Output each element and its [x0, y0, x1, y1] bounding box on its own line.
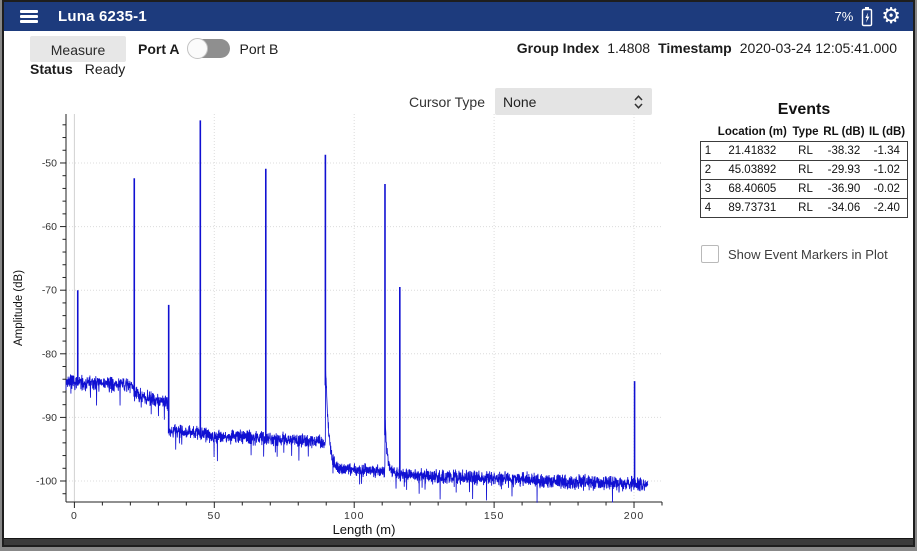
- svg-text:-90: -90: [42, 412, 57, 424]
- col-header-rl: RL (dB): [821, 123, 866, 142]
- show-event-markers-checkbox[interactable]: [701, 245, 719, 263]
- status-value: Ready: [85, 61, 125, 77]
- events-title: Events: [700, 101, 908, 119]
- event-num: 2: [701, 161, 715, 180]
- window-title: Luna 6235-1: [58, 8, 147, 25]
- event-type: RL: [790, 161, 822, 180]
- group-index-label: Group Index: [517, 40, 599, 56]
- svg-text:Amplitude (dB): Amplitude (dB): [13, 270, 25, 346]
- col-header-type: Type: [790, 123, 822, 142]
- port-a-label: Port A: [138, 41, 179, 57]
- menu-icon[interactable]: [20, 10, 38, 23]
- title-bar: Luna 6235-1 7% ⚙: [4, 2, 913, 31]
- event-row[interactable]: 1 21.41832 RL -38.32 -1.34: [701, 142, 908, 161]
- event-location: 68.40605: [715, 180, 790, 199]
- menu-bar-line: [20, 15, 38, 18]
- svg-text:Length (m): Length (m): [333, 522, 396, 537]
- event-location: 89.73731: [715, 199, 790, 218]
- events-panel: Events Location (m) Type RL (dB) IL (dB)…: [700, 101, 908, 218]
- svg-text:150: 150: [484, 510, 505, 522]
- status-label: Status: [30, 61, 73, 77]
- svg-text:200: 200: [624, 510, 645, 522]
- group-index-value: 1.4808: [607, 40, 650, 56]
- measure-button[interactable]: Measure: [30, 36, 126, 62]
- port-toggle-knob: [187, 38, 208, 59]
- timestamp-value: 2020-03-24 12:05:41.000: [740, 40, 897, 56]
- svg-text:-100: -100: [36, 476, 57, 488]
- svg-text:-80: -80: [42, 348, 57, 360]
- menu-bar-line: [20, 20, 38, 23]
- event-num: 3: [701, 180, 715, 199]
- bottom-edge-bar: [4, 538, 913, 545]
- event-row[interactable]: 3 68.40605 RL -36.90 -0.02: [701, 180, 908, 199]
- event-il: -1.34: [867, 142, 908, 161]
- menu-bar-line: [20, 10, 38, 13]
- event-rl: -36.90: [821, 180, 866, 199]
- port-toggle[interactable]: [188, 39, 230, 58]
- event-il: -1.02: [867, 161, 908, 180]
- event-rl: -29.93: [821, 161, 866, 180]
- event-row[interactable]: 4 89.73731 RL -34.06 -2.40: [701, 199, 908, 218]
- col-header-num: [701, 123, 715, 142]
- event-type: RL: [790, 180, 822, 199]
- event-il: -2.40: [867, 199, 908, 218]
- event-num: 1: [701, 142, 715, 161]
- event-il: -0.02: [867, 180, 908, 199]
- col-header-il: IL (dB): [867, 123, 908, 142]
- event-location: 21.41832: [715, 142, 790, 161]
- trace-plot[interactable]: -100 -90 -80 -70 -60 -50 0 50 100 150 200 Length (m…: [8, 96, 670, 547]
- event-rl: -34.06: [821, 199, 866, 218]
- battery-percent: 7%: [834, 9, 853, 24]
- events-table: Location (m) Type RL (dB) IL (dB) 1 21.4…: [700, 123, 908, 218]
- event-num: 4: [701, 199, 715, 218]
- events-header-row: Location (m) Type RL (dB) IL (dB): [701, 123, 908, 142]
- settings-gear-icon[interactable]: ⚙: [881, 6, 901, 28]
- port-b-label: Port B: [239, 41, 278, 57]
- svg-text:50: 50: [207, 510, 221, 522]
- svg-text:-60: -60: [42, 221, 57, 233]
- event-type: RL: [790, 142, 822, 161]
- svg-text:-50: -50: [42, 157, 57, 169]
- timestamp-label: Timestamp: [658, 40, 732, 56]
- show-event-markers-label: Show Event Markers in Plot: [728, 247, 888, 262]
- event-row[interactable]: 2 45.03892 RL -29.93 -1.02: [701, 161, 908, 180]
- event-rl: -38.32: [821, 142, 866, 161]
- svg-text:0: 0: [71, 510, 78, 522]
- battery-charging-icon: [860, 6, 874, 28]
- svg-text:-70: -70: [42, 285, 57, 297]
- trace-plot-svg: -100 -90 -80 -70 -60 -50 0 50 100 150 200 Length (m…: [8, 96, 670, 547]
- col-header-location: Location (m): [715, 123, 790, 142]
- app-window: Luna 6235-1 7% ⚙ Measure Port A Port B G…: [2, 0, 915, 547]
- event-location: 45.03892: [715, 161, 790, 180]
- event-type: RL: [790, 199, 822, 218]
- svg-text:100: 100: [344, 510, 365, 522]
